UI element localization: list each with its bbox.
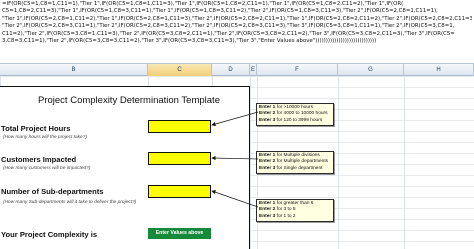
formula-line: C5=1,C8=2,C11=3),"Tier 1",IF(OR(C5=1,C8=…: [2, 8, 438, 15]
total-hours-label: Total Project Hours: [1, 124, 71, 133]
formula-line: 3,C8=3,C11=1),"Tier 2",IF(OR(C5=3,C8=3,C…: [2, 38, 377, 45]
sub-departments-label: Number of Sub-departments: [1, 187, 104, 196]
hours-comment-note: Enter 1 for >10000 hours Enter 2 for 400…: [256, 103, 334, 126]
formula-bar[interactable]: =IF(OR(C5=1,C8=1,C11=1),"Tier 1",IF(OR(C…: [0, 0, 474, 64]
formula-line: "Tier 1",IF(OR(C5=2,C8=1,C11=2),"Tier 1"…: [2, 15, 472, 22]
column-header-c[interactable]: C: [148, 64, 212, 76]
sub-departments-comment-note: Enter 1 for greater than 6 Enter 2 for 3…: [256, 199, 334, 222]
grid-divider: [250, 76, 251, 249]
column-header-d[interactable]: D: [212, 64, 250, 76]
customers-impacted-input[interactable]: [148, 152, 211, 165]
column-header-row: B C D E F G H: [0, 64, 474, 76]
column-header-g[interactable]: G: [338, 64, 404, 76]
total-hours-input[interactable]: [148, 120, 211, 133]
total-hours-hint: (How many hours will the project take?): [3, 135, 87, 140]
formula-line: =IF(OR(C5=1,C8=1,C11=1),"Tier 1",IF(OR(C…: [2, 1, 404, 7]
template-title: Project Complexity Determination Templat…: [38, 95, 220, 106]
grid-divider: [338, 76, 339, 249]
column-header-h[interactable]: H: [404, 64, 474, 76]
complexity-result-cell[interactable]: Enter Values above: [148, 228, 211, 239]
grid-divider: [404, 76, 405, 249]
column-header-f[interactable]: F: [257, 64, 338, 76]
formula-line: C11=2),"Tier 2",IF(OR(C5=3,C8=1,C11=3),"…: [2, 30, 455, 37]
customers-impacted-hint: (How many customers will be impacted?): [3, 166, 91, 171]
sub-departments-input[interactable]: [148, 185, 211, 198]
customers-impacted-label: Customers Impacted: [1, 155, 77, 164]
column-header-e[interactable]: E: [250, 64, 257, 76]
complexity-label: Your Project Complexity is: [1, 230, 98, 239]
customers-comment-note: Enter 1 for Multiple divisions Enter 2 f…: [256, 151, 334, 174]
column-header-b[interactable]: B: [0, 64, 148, 76]
sub-departments-hint: (How many Sub-departments will it take t…: [3, 200, 137, 205]
formula-line: "Tier 2",IF(OR(C5=2,C8=3,C11=1),"Tier 2"…: [2, 23, 455, 30]
